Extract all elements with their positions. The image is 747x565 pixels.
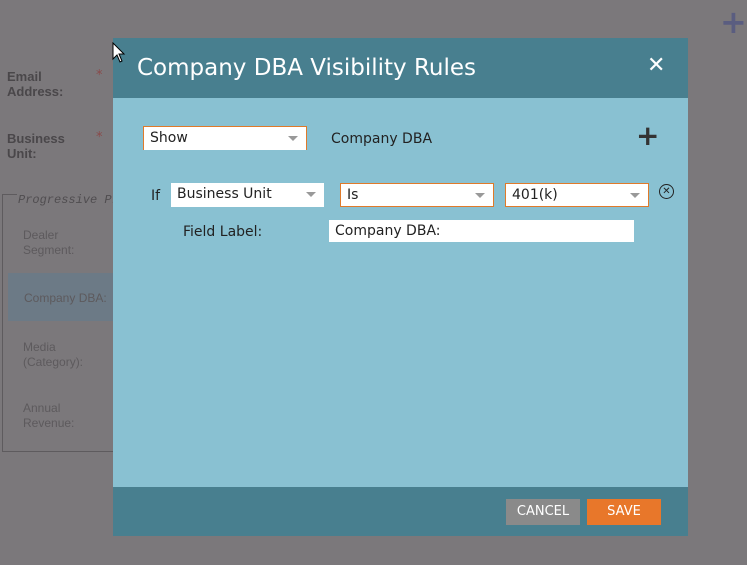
chevron-down-icon — [630, 193, 640, 198]
rule-value-select[interactable]: 401(k) — [505, 183, 649, 207]
if-label: If — [151, 188, 161, 204]
media-category-label: Media (Category): — [23, 340, 84, 369]
rule-operator-value: Is — [347, 187, 359, 203]
rule-operator-select[interactable]: Is — [340, 183, 494, 207]
dialog-header: Company DBA Visibility Rules ✕ — [113, 38, 688, 98]
cancel-button[interactable]: CANCEL — [506, 499, 580, 525]
chevron-down-icon — [288, 136, 298, 141]
rule-value-value: 401(k) — [512, 187, 558, 203]
rule-field-value: Business Unit — [177, 186, 272, 202]
plus-icon[interactable]: + — [636, 121, 659, 151]
required-mark: * — [96, 130, 103, 145]
action-select-value: Show — [150, 130, 188, 146]
field-label-input[interactable]: Company DBA: — [329, 220, 634, 242]
annual-revenue-label: Annual Revenue: — [23, 401, 75, 430]
target-field-label: Company DBA — [331, 131, 433, 147]
mouse-cursor-icon — [112, 42, 126, 63]
visibility-rules-dialog: Company DBA Visibility Rules ✕ Show Comp… — [113, 38, 688, 536]
business-unit-label: Business Unit: — [7, 131, 65, 161]
email-label: Email Address: — [7, 69, 64, 99]
save-button[interactable]: SAVE — [587, 499, 661, 525]
dealer-segment-label: Dealer Segment: — [23, 228, 75, 257]
chevron-down-icon — [475, 193, 485, 198]
field-label-value: Company DBA: — [335, 223, 441, 239]
close-icon[interactable]: ✕ — [647, 53, 665, 78]
circle-x-icon[interactable]: ✕ — [659, 184, 674, 199]
company-dba-label: Company DBA: — [24, 291, 107, 305]
background-add-icon: + — [720, 3, 747, 41]
field-label-label: Field Label: — [183, 224, 263, 240]
fieldset-legend: Progressive Pr — [17, 193, 120, 207]
dialog-title: Company DBA Visibility Rules — [137, 55, 477, 81]
chevron-down-icon — [306, 192, 316, 197]
required-mark: * — [96, 68, 103, 83]
action-select[interactable]: Show — [143, 126, 307, 150]
rule-field-select[interactable]: Business Unit — [171, 183, 324, 207]
